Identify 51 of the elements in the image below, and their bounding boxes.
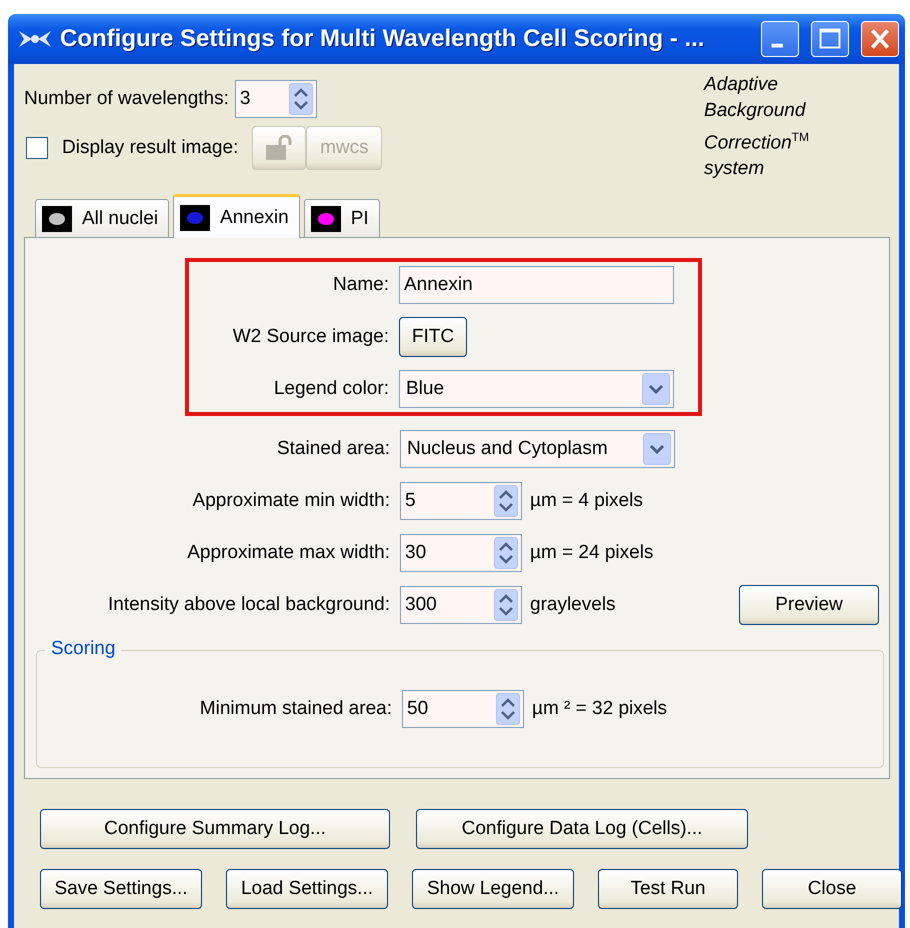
field-label: Minimum stained area: xyxy=(198,698,392,720)
unit-label: µm ² = 32 pixels xyxy=(532,698,668,720)
dropdown[interactable]: Nucleus and Cytoplasm xyxy=(400,430,675,468)
lock-icon xyxy=(264,135,294,161)
logo-text: Adaptive Background Correction$^{TM}$ system xyxy=(704,73,810,182)
spin-arrows-icon[interactable] xyxy=(496,693,520,725)
field-label: Name: xyxy=(332,274,389,296)
unit-label: µm = 4 pixels xyxy=(530,490,643,512)
tab[interactable]: PI xyxy=(304,199,380,237)
stain-swatch-icon xyxy=(42,206,72,232)
group-title: Scoring xyxy=(45,638,122,660)
dialog-button[interactable]: Test Run xyxy=(598,869,738,909)
minimize-button[interactable] xyxy=(761,21,799,57)
stain-swatch-icon xyxy=(310,206,341,232)
spin-field[interactable]: 5 xyxy=(400,482,522,520)
stain-swatch-icon xyxy=(180,204,210,230)
field-label: W2 Source image: xyxy=(232,326,389,348)
spin-field[interactable]: 30 xyxy=(400,534,522,572)
dialog-button[interactable]: Configure Summary Log... xyxy=(40,809,390,849)
field-label: Number of wavelengths: xyxy=(24,88,229,110)
field-label: Stained area: xyxy=(276,438,390,460)
spin-field[interactable]: 50 xyxy=(402,690,524,728)
field-label: Approximate max width: xyxy=(186,542,390,564)
app-logo-icon xyxy=(18,28,52,50)
close-button[interactable] xyxy=(861,21,899,57)
dialog-button[interactable]: Load Settings... xyxy=(226,869,388,909)
checkbox-label: Display result image: xyxy=(62,137,238,159)
spin-arrows-icon[interactable] xyxy=(494,485,518,517)
tab[interactable]: Annexin xyxy=(173,194,300,238)
spin-field[interactable]: 3 xyxy=(234,80,317,118)
dialog-button[interactable]: Save Settings... xyxy=(40,869,202,909)
field-label: Intensity above local background: xyxy=(106,594,390,616)
field-label: Legend color: xyxy=(272,378,389,400)
checkbox[interactable] xyxy=(26,137,48,159)
dropdown[interactable]: Blue xyxy=(399,370,674,408)
field-label: Approximate min width: xyxy=(192,490,390,512)
window-title: Configure Settings for Multi Wavelength Cell Scoring - ... xyxy=(60,25,706,53)
text-field[interactable]: Annexin xyxy=(399,266,674,304)
dialog-button[interactable]: Configure Data Log (Cells)... xyxy=(416,809,748,849)
source-image-button[interactable]: FITC xyxy=(399,317,467,357)
preview-button[interactable]: Preview xyxy=(739,585,879,625)
tab[interactable]: All nuclei xyxy=(35,199,170,237)
unit-label: graylevels xyxy=(530,594,616,616)
spin-field[interactable]: 300 xyxy=(400,586,522,624)
unit-label: µm = 24 pixels xyxy=(530,542,654,564)
dialog-button[interactable]: Show Legend... xyxy=(412,869,574,909)
dialog-button[interactable]: Close xyxy=(762,869,902,909)
maximize-button[interactable] xyxy=(811,21,849,57)
spin-arrows-icon[interactable] xyxy=(494,537,518,569)
spin-arrows-icon[interactable] xyxy=(494,589,518,621)
spin-arrows-icon[interactable] xyxy=(288,83,313,115)
